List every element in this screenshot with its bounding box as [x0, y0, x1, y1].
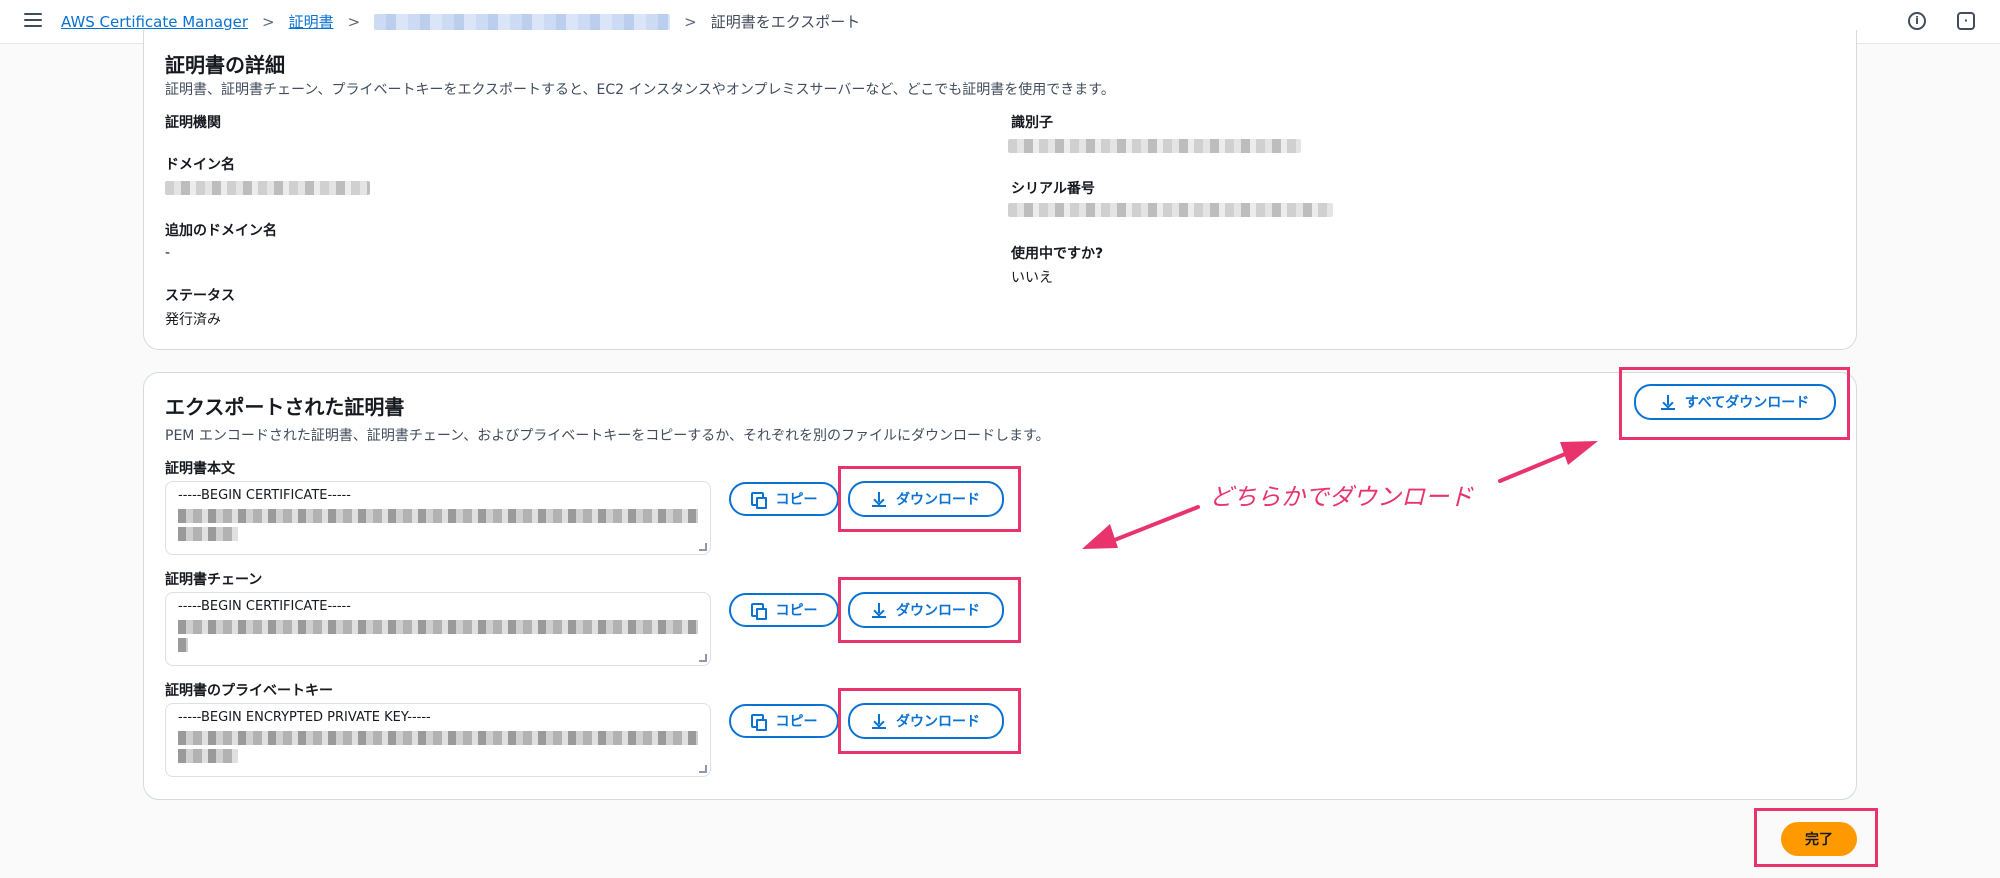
download-icon	[872, 713, 886, 729]
domain-value-redacted	[165, 181, 370, 195]
resize-handle-icon[interactable]	[699, 765, 707, 773]
settings-hex-icon[interactable]: ·	[1957, 12, 1975, 30]
status-label: ステータス	[165, 288, 235, 304]
cert-body-redacted-tail	[178, 527, 238, 541]
done-button[interactable]: 完了	[1781, 822, 1857, 856]
download-icon	[872, 491, 886, 507]
private-key-redacted	[178, 731, 698, 745]
status-value: 発行済み	[165, 312, 221, 328]
copy-label: コピー	[775, 492, 818, 508]
cert-chain-copy-button[interactable]: コピー	[729, 593, 839, 627]
cert-chain-redacted-tail	[178, 638, 188, 652]
cert-body-header: -----BEGIN CERTIFICATE-----	[178, 488, 351, 503]
copy-label: コピー	[775, 603, 818, 619]
copy-icon	[750, 714, 767, 731]
private-key-header: -----BEGIN ENCRYPTED PRIVATE KEY-----	[178, 710, 431, 725]
domain-label: ドメイン名	[165, 157, 235, 173]
additional-domains-label: 追加のドメイン名	[165, 223, 277, 239]
arrow-right-line	[1498, 450, 1572, 483]
cert-chain-download-button[interactable]: ダウンロード	[848, 592, 1004, 628]
chevron-right-icon: >	[347, 12, 361, 31]
cert-body-textarea[interactable]: -----BEGIN CERTIFICATE-----	[165, 481, 711, 555]
cert-body-label: 証明書本文	[165, 461, 235, 477]
in-use-value: いいえ	[1011, 270, 1053, 286]
cert-body-copy-button[interactable]: コピー	[729, 482, 839, 516]
download-all-button[interactable]: すべてダウンロード	[1634, 384, 1836, 420]
serial-label: シリアル番号	[1011, 181, 1095, 197]
certificate-details-panel	[143, 30, 1857, 350]
serial-value-redacted	[1008, 203, 1333, 217]
breadcrumb-certificate-id-redacted[interactable]	[374, 13, 671, 30]
identifier-value-redacted	[1008, 139, 1301, 153]
download-icon	[872, 602, 886, 618]
cert-chain-textarea[interactable]: -----BEGIN CERTIFICATE-----	[165, 592, 711, 666]
ca-label: 証明機関	[165, 115, 221, 131]
download-icon	[1660, 394, 1675, 410]
download-label: ダウンロード	[896, 492, 980, 508]
private-key-redacted-tail	[178, 749, 238, 763]
chevron-right-icon: >	[262, 12, 275, 31]
copy-label: コピー	[775, 714, 818, 730]
in-use-label: 使用中ですか?	[1011, 246, 1104, 262]
private-key-copy-button[interactable]: コピー	[729, 704, 839, 738]
annotation-arrows	[1082, 441, 1598, 549]
download-label: ダウンロード	[896, 714, 980, 730]
cert-chain-label: 証明書チェーン	[165, 572, 263, 588]
arrow-right-head	[1560, 441, 1598, 465]
copy-icon	[750, 603, 767, 620]
hamburger-menu-icon[interactable]	[24, 13, 42, 29]
breadcrumb-current-page: 証明書をエクスポート	[710, 13, 861, 31]
private-key-textarea[interactable]: -----BEGIN ENCRYPTED PRIVATE KEY-----	[165, 703, 711, 777]
resize-handle-icon[interactable]	[699, 654, 707, 662]
details-description: 証明書、証明書チェーン、プライベートキーをエクスポートすると、EC2 インスタン…	[165, 82, 1115, 98]
info-icon[interactable]: i	[1908, 12, 1926, 30]
private-key-download-button[interactable]: ダウンロード	[848, 703, 1004, 739]
cert-body-download-button[interactable]: ダウンロード	[848, 481, 1004, 517]
download-label: ダウンロード	[896, 603, 980, 619]
breadcrumb-acm-link[interactable]: AWS Certificate Manager	[61, 13, 248, 31]
identifier-label: 識別子	[1011, 115, 1053, 131]
resize-handle-icon[interactable]	[699, 543, 707, 551]
breadcrumb-certificates-link[interactable]: 証明書	[289, 11, 334, 32]
details-title: 証明書の詳細	[165, 53, 285, 77]
additional-domains-value: -	[165, 245, 171, 261]
chevron-right-icon: >	[684, 12, 697, 31]
cert-chain-header: -----BEGIN CERTIFICATE-----	[178, 599, 351, 614]
copy-icon	[750, 492, 767, 509]
export-title: エクスポートされた証明書	[165, 395, 405, 419]
cert-body-redacted	[178, 509, 698, 523]
download-all-label: すべてダウンロード	[1684, 395, 1810, 411]
private-key-label: 証明書のプライベートキー	[165, 683, 333, 699]
export-description: PEM エンコードされた証明書、証明書チェーン、およびプライベートキーをコピーす…	[165, 428, 1050, 444]
cert-chain-redacted	[178, 620, 698, 634]
arrow-left-line	[1110, 505, 1200, 543]
arrow-left-head	[1082, 524, 1118, 549]
breadcrumb: AWS Certificate Manager > 証明書 > > 証明書をエク…	[61, 11, 860, 32]
